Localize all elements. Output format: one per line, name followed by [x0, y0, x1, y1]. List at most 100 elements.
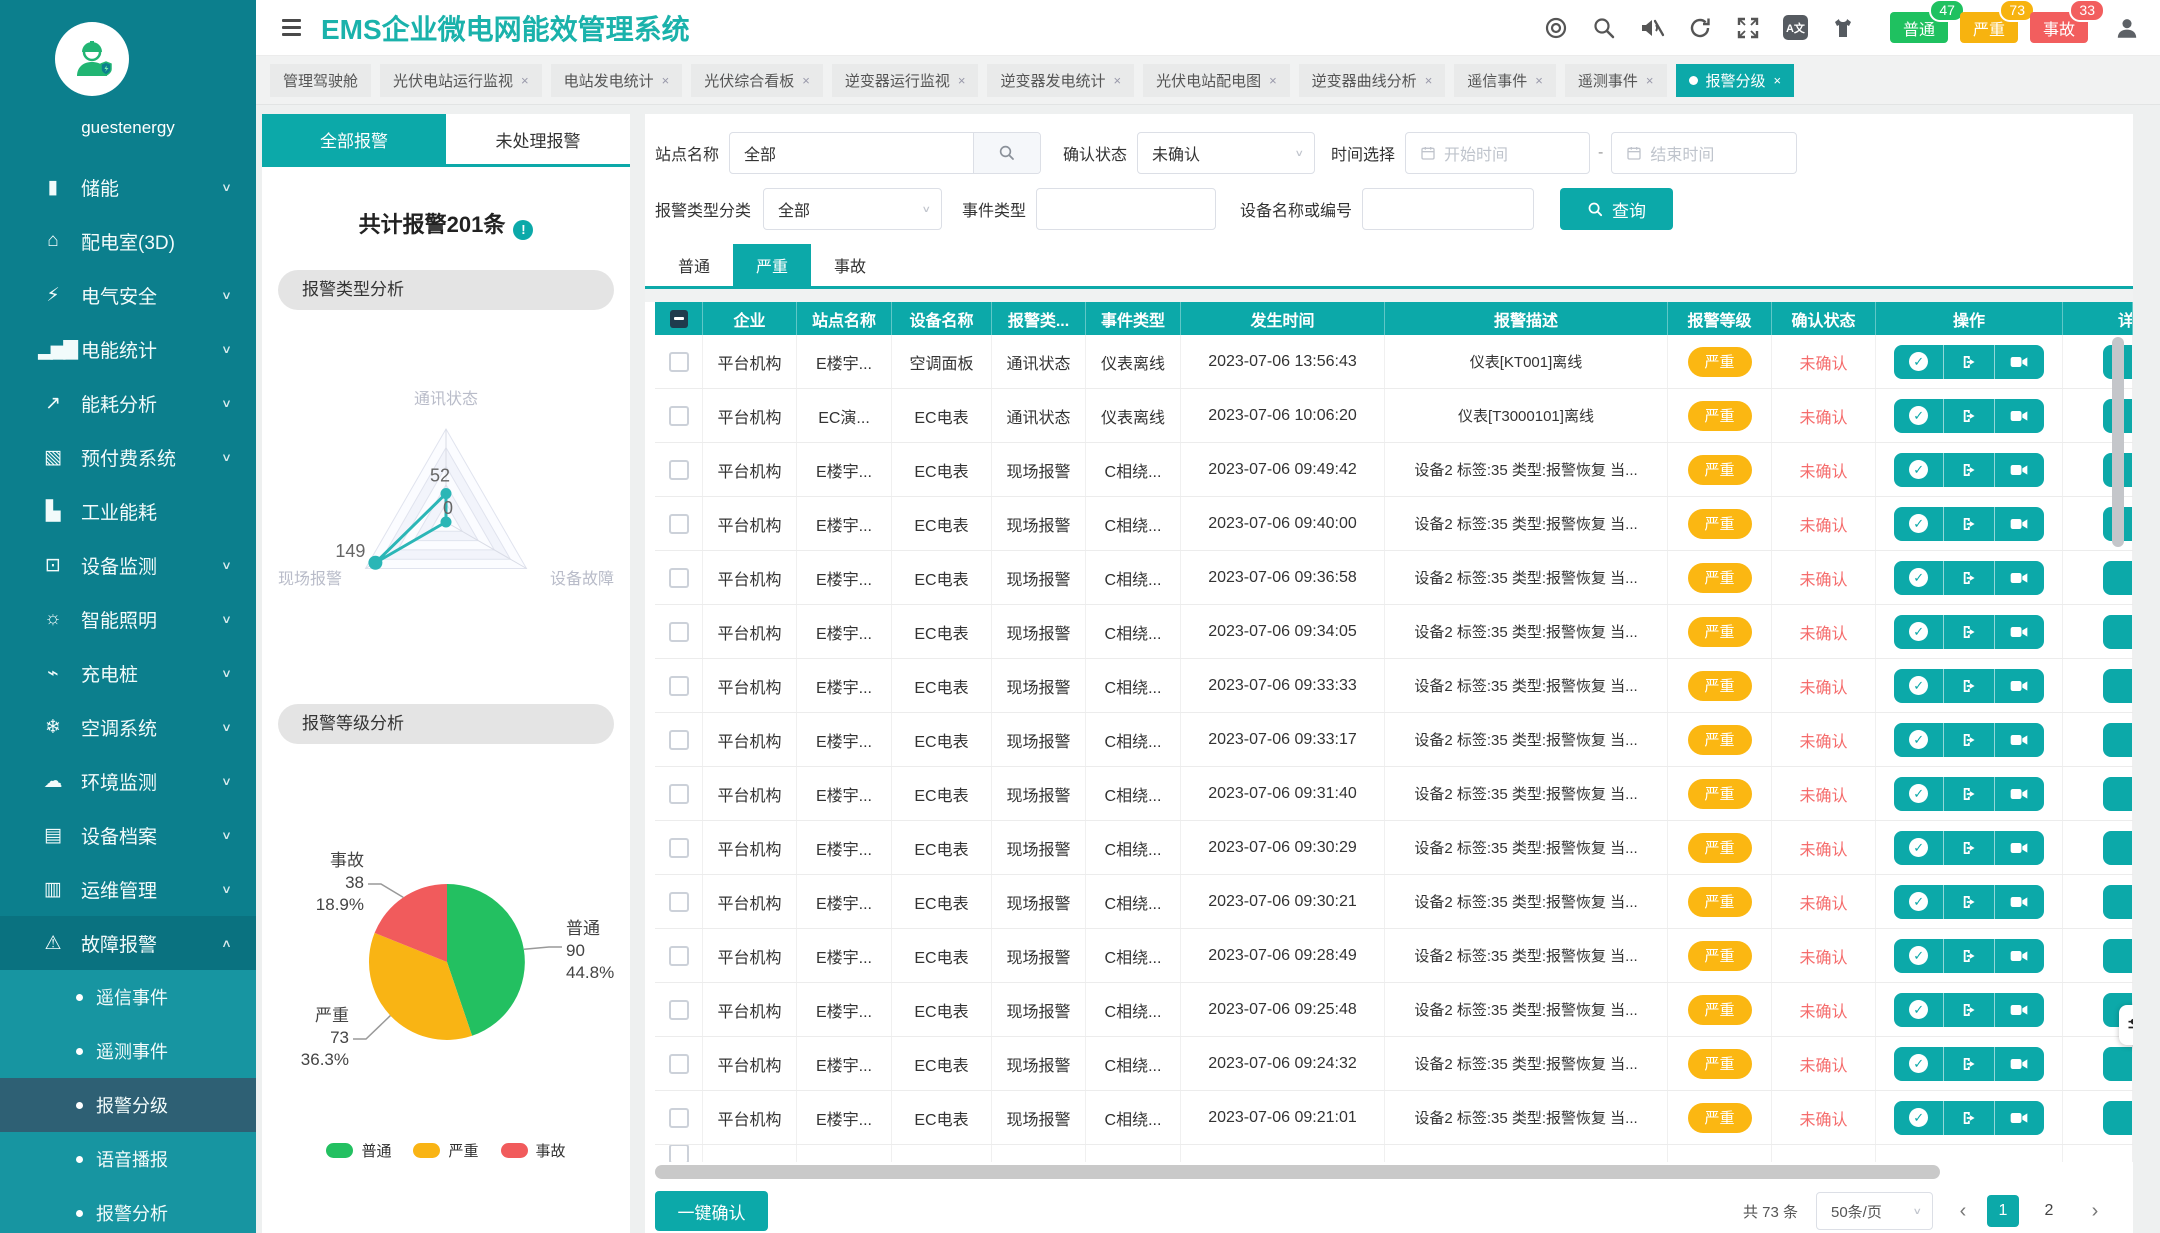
forward-button[interactable]	[1943, 561, 1993, 595]
sidebar-item-工业能耗[interactable]: ▙工业能耗	[0, 484, 256, 538]
forward-button[interactable]	[1943, 669, 1993, 703]
video-button[interactable]	[1994, 885, 2044, 919]
forward-button[interactable]	[1943, 939, 1993, 973]
site-name-input[interactable]: 全部	[729, 132, 1041, 174]
sidebar-item-配电室(3D)[interactable]: ⌂配电室(3D)	[0, 214, 256, 268]
confirm-button[interactable]: ✓	[1894, 507, 1943, 541]
sidebar-item-智能照明[interactable]: ☼智能照明∨	[0, 592, 256, 646]
sidebar-item-故障报警[interactable]: ⚠故障报警∧	[0, 916, 256, 970]
confirm-button[interactable]: ✓	[1894, 885, 1943, 919]
sidebar-item-电气安全[interactable]: ⚡电气安全∨	[0, 268, 256, 322]
row-checkbox[interactable]	[669, 568, 689, 588]
detail-button[interactable]	[2103, 615, 2133, 649]
voice-mute-icon[interactable]	[1639, 15, 1665, 41]
row-checkbox[interactable]	[669, 352, 689, 372]
translate-icon[interactable]: A文	[1783, 15, 1808, 40]
video-button[interactable]	[1994, 345, 2044, 379]
detail-button[interactable]	[2103, 1101, 2133, 1135]
row-checkbox[interactable]	[669, 1054, 689, 1074]
tab-管理驾驶舱[interactable]: 管理驾驶舱	[270, 64, 371, 97]
column-settings-icon[interactable]	[2119, 1005, 2133, 1045]
video-button[interactable]	[1994, 507, 2044, 541]
tab-逆变器曲线分析[interactable]: 逆变器曲线分析×	[1299, 64, 1446, 97]
subtab-严重[interactable]: 严重	[733, 244, 811, 286]
sidebar-subitem-语音播报[interactable]: 语音播报	[0, 1132, 256, 1186]
alarm-type-select[interactable]: 全部 ∨	[763, 188, 942, 230]
confirm-button[interactable]: ✓	[1894, 1047, 1943, 1081]
forward-button[interactable]	[1943, 453, 1993, 487]
video-button[interactable]	[1994, 831, 2044, 865]
help-ring-icon[interactable]	[1543, 15, 1569, 41]
video-button[interactable]	[1994, 777, 2044, 811]
row-checkbox[interactable]	[669, 946, 689, 966]
sidebar-item-能耗分析[interactable]: ↗能耗分析∨	[0, 376, 256, 430]
tab-光伏综合看板[interactable]: 光伏综合看板×	[691, 64, 823, 97]
tab-逆变器发电统计[interactable]: 逆变器发电统计×	[987, 64, 1134, 97]
sidebar-subitem-报警分析[interactable]: 报警分析	[0, 1186, 256, 1233]
legend-item-严重[interactable]: 严重	[413, 1140, 478, 1161]
video-button[interactable]	[1994, 669, 2044, 703]
end-time-input[interactable]: 结束时间	[1611, 132, 1797, 174]
row-checkbox[interactable]	[669, 892, 689, 912]
alarm-badge-普通[interactable]: 普通47	[1890, 12, 1948, 43]
sidebar-item-环境监测[interactable]: ☁环境监测∨	[0, 754, 256, 808]
tab-unhandled-alarms[interactable]: 未处理报警	[446, 114, 630, 164]
close-icon[interactable]: ×	[1425, 73, 1433, 88]
confirm-status-select[interactable]: 未确认 ∨	[1137, 132, 1315, 174]
vertical-scrollbar-thumb[interactable]	[2112, 337, 2124, 547]
forward-button[interactable]	[1943, 615, 1993, 649]
confirm-button[interactable]: ✓	[1894, 399, 1943, 433]
sidebar-item-电能统计[interactable]: ▂▅▇电能统计∨	[0, 322, 256, 376]
next-page-button[interactable]: ›	[2085, 1200, 2105, 1223]
close-icon[interactable]: ×	[1646, 73, 1654, 88]
sidebar-item-设备监测[interactable]: ⊡设备监测∨	[0, 538, 256, 592]
horizontal-scrollbar-thumb[interactable]	[655, 1165, 1940, 1179]
forward-button[interactable]	[1943, 345, 1993, 379]
search-button[interactable]: 查询	[1560, 188, 1673, 230]
menu-collapse-icon[interactable]	[282, 19, 301, 36]
tab-逆变器运行监视[interactable]: 逆变器运行监视×	[832, 64, 979, 97]
close-icon[interactable]: ×	[521, 73, 529, 88]
row-checkbox[interactable]	[669, 622, 689, 642]
detail-button[interactable]	[2103, 1047, 2133, 1081]
row-checkbox[interactable]	[669, 1108, 689, 1128]
prev-page-button[interactable]: ‹	[1953, 1200, 1973, 1223]
legend-item-事故[interactable]: 事故	[501, 1140, 566, 1161]
fullscreen-icon[interactable]	[1735, 15, 1761, 41]
close-icon[interactable]: ×	[958, 73, 966, 88]
tab-光伏电站配电图[interactable]: 光伏电站配电图×	[1143, 64, 1290, 97]
sidebar-subitem-遥测事件[interactable]: 遥测事件	[0, 1024, 256, 1078]
confirm-button[interactable]: ✓	[1894, 561, 1943, 595]
info-icon[interactable]: !	[513, 220, 533, 240]
confirm-button[interactable]: ✓	[1894, 615, 1943, 649]
confirm-button[interactable]: ✓	[1894, 993, 1943, 1027]
forward-button[interactable]	[1943, 777, 1993, 811]
page-2[interactable]: 2	[2033, 1195, 2065, 1227]
sidebar-item-预付费系统[interactable]: ▧预付费系统∨	[0, 430, 256, 484]
alarm-badge-严重[interactable]: 严重73	[1960, 12, 2018, 43]
refresh-icon[interactable]	[1687, 15, 1713, 41]
row-checkbox[interactable]	[669, 838, 689, 858]
detail-button[interactable]	[2103, 885, 2133, 919]
theme-icon[interactable]	[1830, 15, 1856, 41]
confirm-button[interactable]: ✓	[1894, 1101, 1943, 1135]
video-button[interactable]	[1994, 615, 2044, 649]
close-icon[interactable]: ×	[802, 73, 810, 88]
page-1[interactable]: 1	[1987, 1195, 2019, 1227]
detail-button[interactable]	[2103, 831, 2133, 865]
confirm-button[interactable]: ✓	[1894, 723, 1943, 757]
legend-item-普通[interactable]: 普通	[326, 1140, 391, 1161]
confirm-button[interactable]: ✓	[1894, 939, 1943, 973]
close-icon[interactable]: ×	[1113, 73, 1121, 88]
confirm-button[interactable]: ✓	[1894, 777, 1943, 811]
sidebar-subitem-遥信事件[interactable]: 遥信事件	[0, 970, 256, 1024]
tab-遥测事件[interactable]: 遥测事件×	[1565, 64, 1667, 97]
search-icon[interactable]	[1591, 15, 1617, 41]
row-checkbox[interactable]	[669, 460, 689, 480]
video-button[interactable]	[1994, 399, 2044, 433]
forward-button[interactable]	[1943, 399, 1993, 433]
detail-button[interactable]	[2103, 669, 2133, 703]
detail-button[interactable]	[2103, 561, 2133, 595]
row-checkbox[interactable]	[669, 514, 689, 534]
alarm-badge-事故[interactable]: 事故33	[2030, 12, 2088, 43]
